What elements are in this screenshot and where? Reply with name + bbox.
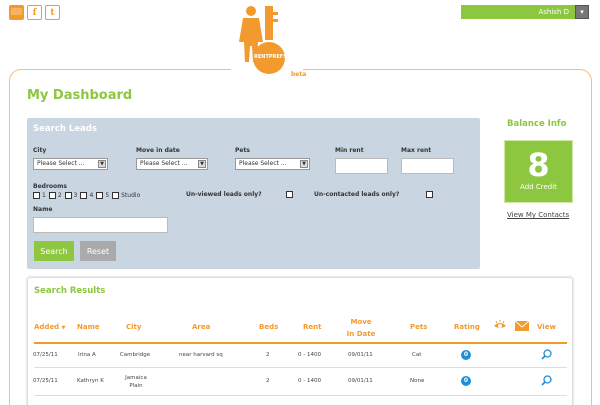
col-pets[interactable]: Pets [410, 323, 427, 331]
col-move-in[interactable]: Move In Date [346, 316, 376, 340]
bedrooms-label: Bedrooms [33, 183, 67, 190]
col-rent[interactable]: Rent [303, 323, 321, 331]
search-results-title: Search Results [34, 286, 106, 296]
rating-badge[interactable]: 0 [461, 376, 471, 386]
name-label: Name [33, 206, 53, 213]
bedroom-checkbox-1[interactable] [33, 192, 40, 199]
cell-added: 07/25/11 [33, 352, 58, 358]
search-leads-panel: Search Leads City Please Select ... ▼ Mo… [27, 118, 480, 269]
col-view: View [537, 323, 556, 331]
bedroom-option-label: 3 [73, 192, 78, 199]
twitter-icon[interactable]: t [45, 5, 60, 20]
uncontacted-label: Un-contacted leads only? [314, 191, 400, 198]
max-rent-label: Max rent [401, 147, 432, 154]
search-results-panel: Search Results Added ▼ Name City Area Be… [27, 277, 573, 405]
page-title: My Dashboard [27, 88, 133, 103]
bedroom-option-label: Studio [121, 192, 141, 199]
chevron-down-icon[interactable]: ▾ [575, 5, 589, 19]
bedroom-option-label: 1 [42, 192, 46, 199]
credit-count: 8 [527, 146, 550, 184]
pets-label: Pets [235, 147, 250, 154]
cell-added: 07/25/11 [33, 378, 58, 384]
pets-select[interactable]: Please Select ... ▼ [235, 158, 310, 170]
beta-label: beta [291, 71, 307, 78]
cell-rent: 0 - 1400 [298, 378, 321, 384]
col-city[interactable]: City [126, 323, 141, 331]
mail-icon [514, 320, 530, 333]
rating-badge[interactable]: 0 [461, 350, 471, 360]
social-links: f t [9, 5, 60, 20]
unviewed-checkbox[interactable] [286, 191, 293, 198]
user-menu[interactable]: Ashish D ▾ [461, 5, 589, 19]
facebook-icon[interactable]: f [27, 5, 42, 20]
reset-button[interactable]: Reset [80, 241, 116, 261]
uncontacted-checkbox[interactable] [426, 191, 433, 198]
chevron-down-icon: ▼ [300, 160, 308, 168]
bedroom-option-label: 4 [89, 192, 94, 199]
col-rating[interactable]: Rating [454, 323, 480, 331]
cell-area: near harvard sq [179, 352, 223, 358]
move-in-select[interactable]: Please Select ... ▼ [136, 158, 208, 170]
pets-select-value: Please Select ... [239, 160, 287, 167]
header-divider [34, 342, 567, 344]
balance-box[interactable]: 8 Add Credit [504, 140, 573, 203]
bedroom-checkbox-studio[interactable] [112, 192, 120, 199]
col-area[interactable]: Area [192, 323, 210, 331]
move-in-select-value: Please Select ... [140, 160, 188, 167]
add-credit-link[interactable]: Add Credit [505, 183, 572, 191]
cell-city: Jamaica Plain [125, 375, 147, 389]
search-leads-title: Search Leads [33, 124, 97, 134]
cell-rent: 0 - 1400 [298, 352, 321, 358]
col-added-label: Added [34, 323, 60, 331]
cell-name: Irina A [78, 352, 96, 358]
city-select-value: Please Select ... [37, 160, 85, 167]
view-contacts-link[interactable]: View My Contacts [507, 211, 569, 219]
user-name[interactable]: Ashish D [538, 8, 575, 16]
viewed-eye-icon [493, 320, 507, 332]
bedroom-checkbox-3[interactable] [64, 192, 72, 199]
cell-beds: 2 [266, 378, 270, 384]
bedroom-checkbox-4[interactable] [80, 192, 88, 199]
bedroom-option-label: 2 [57, 192, 62, 199]
cell-pets: None [410, 378, 425, 384]
logo-text: RENTPREFS [254, 54, 287, 60]
chevron-down-icon: ▼ [98, 160, 106, 168]
cell-pets: Cat [412, 352, 422, 358]
min-rent-label: Min rent [335, 147, 364, 154]
cell-move-in: 09/01/11 [348, 378, 373, 384]
cell-beds: 2 [266, 352, 270, 358]
col-name[interactable]: Name [77, 323, 100, 331]
min-rent-input[interactable] [335, 158, 388, 174]
cell-city: Cambridge [119, 352, 151, 358]
move-in-label: Move in date [136, 147, 180, 154]
rentprefs-logo[interactable]: RENTPREFS [231, 2, 303, 82]
bedroom-checkbox-2[interactable] [48, 192, 56, 199]
cell-name: Kathryn K [77, 378, 104, 384]
search-button[interactable]: Search [34, 241, 74, 261]
bedrooms-options: 1 2 3 4 5 Studio [33, 192, 142, 199]
sort-down-icon[interactable]: ▼ [62, 325, 66, 331]
bedroom-checkbox-5[interactable] [96, 192, 104, 199]
bedroom-option-label: 5 [105, 192, 110, 199]
col-added[interactable]: Added ▼ [34, 323, 66, 331]
view-search-icon[interactable] [541, 349, 552, 362]
row-divider [34, 367, 567, 368]
name-input[interactable] [33, 217, 168, 233]
chevron-down-icon: ▼ [198, 160, 206, 168]
max-rent-input[interactable] [401, 158, 454, 174]
unviewed-label: Un-viewed leads only? [186, 191, 262, 198]
city-select[interactable]: Please Select ... ▼ [33, 158, 108, 170]
cell-move-in: 09/01/11 [348, 352, 373, 358]
row-divider [34, 395, 567, 396]
view-search-icon[interactable] [541, 375, 552, 388]
chat-icon[interactable] [9, 5, 24, 20]
col-beds[interactable]: Beds [259, 323, 278, 331]
city-label: City [33, 147, 47, 154]
balance-info-title: Balance Info [507, 119, 567, 129]
